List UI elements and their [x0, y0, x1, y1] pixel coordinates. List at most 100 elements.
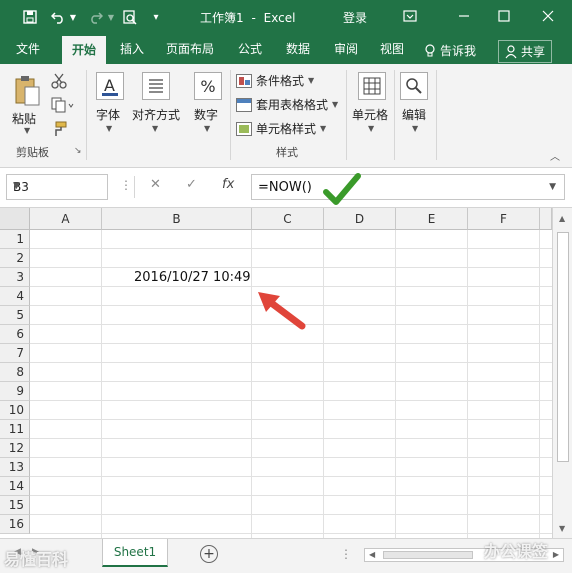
vertical-scrollbar[interactable]: ▲ ▼ [552, 208, 572, 538]
column-header-f[interactable]: F [468, 208, 540, 230]
worksheet-grid[interactable]: A B C D E F 1 2 3 4 5 6 7 8 9 10 11 12 1… [0, 208, 572, 538]
tab-insert[interactable]: 插入 [112, 34, 152, 64]
cells-icon[interactable] [358, 72, 386, 100]
print-preview-icon[interactable] [120, 8, 140, 26]
row-header[interactable]: 12 [0, 439, 30, 458]
gridline [467, 230, 468, 538]
row-header[interactable]: 5 [0, 306, 30, 325]
format-painter-icon[interactable] [50, 120, 68, 138]
scroll-up-icon[interactable]: ▲ [559, 214, 565, 223]
gridline [30, 495, 552, 496]
format-as-table-button[interactable]: 套用表格格式 ▼ [236, 96, 338, 113]
expand-formula-bar-icon[interactable]: ▼ [549, 182, 556, 192]
select-all-corner[interactable] [0, 208, 30, 230]
tab-data[interactable]: 数据 [278, 34, 318, 64]
watermark-left: 易懂百科 [4, 550, 69, 569]
row-header[interactable]: 13 [0, 458, 30, 477]
gridline [30, 286, 552, 287]
alignment-icon[interactable] [142, 72, 170, 100]
redo-icon[interactable] [86, 8, 106, 26]
formula-input[interactable]: =NOW() ▼ [251, 174, 565, 200]
column-header-partial[interactable] [540, 208, 552, 230]
customize-toolbar-icon[interactable]: ▾ [150, 8, 162, 26]
number-label[interactable]: 数字 [194, 106, 218, 123]
row-header[interactable]: 1 [0, 230, 30, 249]
search-icon[interactable] [400, 72, 428, 100]
tab-page-layout[interactable]: 页面布局 [160, 34, 220, 64]
horizontal-scroll-thumb[interactable] [383, 551, 473, 559]
tab-review[interactable]: 审阅 [326, 34, 366, 64]
font-dropdown-icon[interactable]: ▼ [106, 124, 112, 133]
row-header[interactable]: 3 [0, 268, 30, 287]
ribbon-display-options-icon[interactable] [398, 6, 422, 26]
close-icon[interactable] [536, 6, 560, 26]
column-header-a[interactable]: A [30, 208, 102, 230]
add-sheet-icon[interactable]: + [200, 545, 218, 563]
scroll-left-icon[interactable]: ◀ [369, 550, 375, 559]
alignment-label[interactable]: 对齐方式 [132, 106, 180, 123]
undo-dropdown-icon[interactable]: ▼ [68, 8, 78, 26]
row-header[interactable]: 6 [0, 325, 30, 344]
maximize-icon[interactable] [492, 6, 516, 26]
tab-split-grip-icon[interactable]: ⋮ [340, 547, 352, 561]
cells-label[interactable]: 单元格 [352, 106, 388, 123]
collapse-ribbon-icon[interactable]: ︿ [550, 148, 560, 163]
paste-dropdown-icon[interactable]: ▼ [24, 126, 30, 135]
cell-styles-label: 单元格样式 [256, 122, 317, 136]
column-header-c[interactable]: C [252, 208, 324, 230]
editing-label[interactable]: 编辑 [402, 106, 426, 123]
cells-dropdown-icon[interactable]: ▼ [368, 124, 374, 133]
tab-home[interactable]: 开始 [62, 36, 106, 64]
row-header[interactable]: 16 [0, 515, 30, 534]
scroll-down-icon[interactable]: ▼ [559, 524, 565, 533]
row-header[interactable]: 8 [0, 363, 30, 382]
cancel-entry-icon[interactable]: ✕ [150, 177, 161, 192]
paste-label[interactable]: 粘贴 [12, 110, 36, 127]
column-header-d[interactable]: D [324, 208, 396, 230]
copy-icon[interactable] [50, 96, 76, 114]
name-box[interactable]: B3 ▼ [6, 174, 108, 200]
save-icon[interactable] [20, 8, 40, 26]
minimize-icon[interactable] [452, 6, 476, 26]
paste-icon[interactable] [12, 74, 42, 108]
tab-view[interactable]: 视图 [372, 34, 412, 64]
name-box-dropdown-icon[interactable]: ▼ [13, 181, 101, 191]
group-separator [346, 70, 347, 160]
sheet-tab-sheet1[interactable]: Sheet1 [102, 539, 168, 567]
insert-function-icon[interactable]: fx [222, 177, 234, 192]
cut-icon[interactable] [50, 72, 68, 90]
row-header[interactable]: 11 [0, 420, 30, 439]
column-header-b[interactable]: B [102, 208, 252, 230]
percent-icon[interactable]: % [194, 72, 222, 100]
number-dropdown-icon[interactable]: ▼ [204, 124, 210, 133]
tab-file[interactable]: 文件 [8, 34, 48, 64]
share-button[interactable]: 共享 [498, 40, 553, 63]
cell-b3[interactable]: 2016/10/27 10:49 [134, 270, 251, 285]
vertical-scroll-thumb[interactable] [557, 232, 569, 462]
formula-bar-grip-icon[interactable]: ⋮ [120, 178, 132, 192]
font-label[interactable]: 字体 [96, 106, 120, 123]
row-header[interactable]: 15 [0, 496, 30, 515]
row-header[interactable]: 4 [0, 287, 30, 306]
scroll-right-icon[interactable]: ▶ [553, 550, 559, 559]
alignment-dropdown-icon[interactable]: ▼ [152, 124, 158, 133]
row-header[interactable]: 10 [0, 401, 30, 420]
row-header[interactable]: 14 [0, 477, 30, 496]
redo-dropdown-icon[interactable]: ▼ [106, 8, 116, 26]
cell-styles-button[interactable]: 单元格样式 ▼ [236, 120, 326, 137]
tab-formulas[interactable]: 公式 [230, 34, 270, 64]
font-icon[interactable]: A [96, 72, 124, 100]
row-header[interactable]: 2 [0, 249, 30, 268]
confirm-entry-icon[interactable]: ✓ [186, 177, 197, 192]
lightbulb-icon [425, 43, 435, 56]
conditional-format-button[interactable]: 条件格式 ▼ [236, 72, 314, 89]
undo-icon[interactable] [48, 8, 68, 26]
login-link[interactable]: 登录 [343, 9, 367, 26]
editing-dropdown-icon[interactable]: ▼ [412, 124, 418, 133]
gridline [395, 230, 396, 538]
clipboard-launcher-icon[interactable]: ↘ [74, 146, 82, 156]
tell-me-box[interactable]: 告诉我 [424, 42, 476, 59]
row-header[interactable]: 7 [0, 344, 30, 363]
row-header[interactable]: 9 [0, 382, 30, 401]
column-header-e[interactable]: E [396, 208, 468, 230]
